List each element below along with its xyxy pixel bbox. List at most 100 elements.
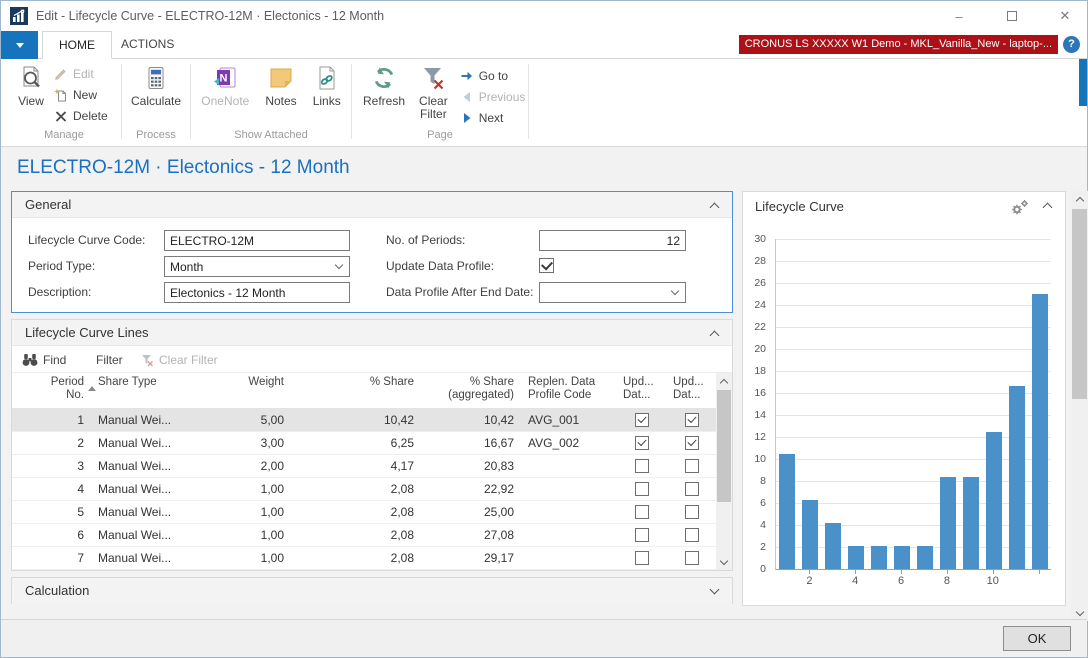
tab-home[interactable]: HOME bbox=[42, 31, 112, 59]
upd-data-2-checkbox[interactable] bbox=[685, 505, 699, 519]
links-button[interactable]: Links bbox=[308, 63, 346, 110]
scrollbar-thumb[interactable] bbox=[1072, 209, 1087, 399]
upd-data-2-checkbox[interactable] bbox=[685, 436, 699, 450]
ok-button[interactable]: OK bbox=[1003, 626, 1071, 651]
chart-bar bbox=[1032, 294, 1048, 569]
refresh-button[interactable]: Refresh bbox=[358, 63, 410, 110]
no-of-periods-field[interactable] bbox=[539, 230, 686, 251]
column-header-pct-share[interactable]: % Share bbox=[292, 373, 422, 408]
upd-data-1-checkbox[interactable] bbox=[635, 505, 649, 519]
upd-data-2-checkbox[interactable] bbox=[685, 459, 699, 473]
minimize-icon[interactable]: – bbox=[951, 9, 967, 24]
x-tick-label: 10 bbox=[985, 575, 1001, 587]
cell-period-no: 2 bbox=[12, 436, 92, 450]
scroll-up-icon[interactable] bbox=[1071, 191, 1088, 208]
upd-data-1-checkbox[interactable] bbox=[635, 413, 649, 427]
upd-data-1-checkbox[interactable] bbox=[635, 528, 649, 542]
filter-button[interactable]: Filter bbox=[96, 346, 123, 373]
scroll-up-icon[interactable] bbox=[716, 373, 732, 390]
ribbon-group-page: Refresh Clear Filter Go to Previous bbox=[352, 59, 528, 146]
table-row[interactable]: 5 Manual Wei... 1,00 2,08 25,00 bbox=[12, 501, 717, 524]
upd-data-2-checkbox[interactable] bbox=[685, 528, 699, 542]
table-row[interactable]: 2 Manual Wei... 3,00 6,25 16,67 AVG_002 bbox=[12, 432, 717, 455]
cell-pct-share-agg: 20,83 bbox=[422, 459, 522, 473]
column-header-replen-data-profile-code[interactable]: Replen. Data Profile Code bbox=[522, 373, 617, 408]
notes-button[interactable]: Notes bbox=[260, 63, 301, 110]
table-row[interactable]: 7 Manual Wei... 1,00 2,08 29,17 bbox=[12, 547, 717, 570]
upd-data-2-checkbox[interactable] bbox=[685, 551, 699, 565]
app-menu-button[interactable] bbox=[1, 31, 38, 59]
upd-data-2-checkbox[interactable] bbox=[685, 413, 699, 427]
clear-filter-grid-button[interactable]: Clear Filter bbox=[140, 346, 218, 373]
column-header-period-no[interactable]: Period No. bbox=[12, 373, 92, 408]
chart-panel-header[interactable]: Lifecycle Curve bbox=[743, 192, 1065, 222]
new-button[interactable]: New bbox=[51, 85, 111, 104]
group-label-process: Process bbox=[122, 129, 190, 146]
lifecycle-curve-code-field[interactable] bbox=[164, 230, 350, 251]
company-environment-badge: CRONUS LS XXXXX W1 Demo - MKL_Vanilla_Ne… bbox=[739, 35, 1058, 54]
window-scrollbar[interactable] bbox=[1071, 191, 1088, 621]
calculate-button[interactable]: Calculate bbox=[126, 63, 186, 110]
find-button[interactable]: Find bbox=[22, 346, 66, 373]
period-type-value: Month bbox=[170, 260, 336, 274]
upd-data-1-checkbox[interactable] bbox=[635, 482, 649, 496]
help-icon[interactable]: ? bbox=[1063, 36, 1080, 53]
ribbon-group-process: Calculate Process bbox=[122, 59, 190, 146]
ribbon-tab-row: HOME ACTIONS CRONUS LS XXXXX W1 Demo - M… bbox=[1, 31, 1087, 59]
table-row[interactable]: 1 Manual Wei... 5,00 10,42 10,42 AVG_001 bbox=[12, 409, 717, 432]
column-header-upd-dat-2[interactable]: Upd... Dat... bbox=[667, 373, 717, 408]
app-chart-icon bbox=[10, 7, 28, 25]
upd-data-1-checkbox[interactable] bbox=[635, 551, 649, 565]
column-header-pct-share-aggregated[interactable]: % Share (aggregated) bbox=[422, 373, 522, 408]
next-button[interactable]: Next bbox=[457, 108, 529, 127]
column-header-share-type[interactable]: Share Type bbox=[92, 373, 192, 408]
close-icon[interactable]: ✕ bbox=[1057, 8, 1073, 24]
chevron-down-icon bbox=[671, 287, 679, 295]
cell-pct-share-agg: 27,08 bbox=[422, 528, 522, 542]
period-type-select[interactable]: Month bbox=[164, 256, 350, 277]
cell-pct-share: 6,25 bbox=[292, 436, 422, 450]
general-section-header[interactable]: General bbox=[12, 192, 732, 218]
tab-actions[interactable]: ACTIONS bbox=[105, 31, 190, 59]
update-data-profile-checkbox[interactable] bbox=[539, 258, 554, 273]
cell-pct-share-agg: 25,00 bbox=[422, 505, 522, 519]
goto-button[interactable]: Go to bbox=[457, 66, 529, 85]
group-label-show-attached: Show Attached bbox=[191, 129, 351, 146]
table-row[interactable]: 4 Manual Wei... 1,00 2,08 22,92 bbox=[12, 478, 717, 501]
column-header-weight[interactable]: Weight bbox=[192, 373, 292, 408]
chart-bar bbox=[779, 454, 795, 569]
grid-scrollbar[interactable] bbox=[716, 373, 732, 570]
view-button[interactable]: View bbox=[13, 63, 49, 110]
cell-weight: 1,00 bbox=[192, 528, 292, 542]
chart-x-axis: 246810 bbox=[775, 570, 1051, 594]
scroll-down-icon[interactable] bbox=[716, 553, 732, 570]
cell-share-type: Manual Wei... bbox=[92, 528, 192, 542]
table-row[interactable]: 3 Manual Wei... 2,00 4,17 20,83 bbox=[12, 455, 717, 478]
edit-button[interactable]: Edit bbox=[51, 64, 111, 83]
y-tick-label: 26 bbox=[746, 277, 766, 289]
scrollbar-thumb[interactable] bbox=[717, 390, 731, 502]
onenote-button[interactable]: N OneNote bbox=[196, 63, 254, 110]
y-tick-label: 14 bbox=[746, 409, 766, 421]
footer-bar: OK bbox=[1, 619, 1087, 657]
upd-data-2-checkbox[interactable] bbox=[685, 482, 699, 496]
cell-weight: 2,00 bbox=[192, 459, 292, 473]
clear-filter-button[interactable]: Clear Filter bbox=[414, 63, 453, 123]
data-profile-after-end-date-select[interactable] bbox=[539, 282, 686, 303]
delete-button[interactable]: Delete bbox=[51, 106, 111, 125]
column-header-upd-dat-1[interactable]: Upd... Dat... bbox=[617, 373, 667, 408]
x-tick-label: 4 bbox=[847, 575, 863, 587]
upd-data-1-checkbox[interactable] bbox=[635, 459, 649, 473]
calculation-section-header[interactable]: Calculation bbox=[12, 578, 732, 604]
table-row[interactable]: 6 Manual Wei... 1,00 2,08 27,08 bbox=[12, 524, 717, 547]
chart-bar bbox=[940, 477, 956, 569]
previous-button[interactable]: Previous bbox=[457, 87, 529, 106]
y-tick-label: 0 bbox=[746, 563, 766, 575]
cell-share-type: Manual Wei... bbox=[92, 551, 192, 565]
description-field[interactable] bbox=[164, 282, 350, 303]
upd-data-1-checkbox[interactable] bbox=[635, 436, 649, 450]
y-tick-label: 16 bbox=[746, 387, 766, 399]
settings-gears-icon[interactable] bbox=[1009, 199, 1029, 216]
maximize-icon[interactable] bbox=[1004, 9, 1020, 24]
lines-section-header[interactable]: Lifecycle Curve Lines bbox=[12, 320, 732, 346]
